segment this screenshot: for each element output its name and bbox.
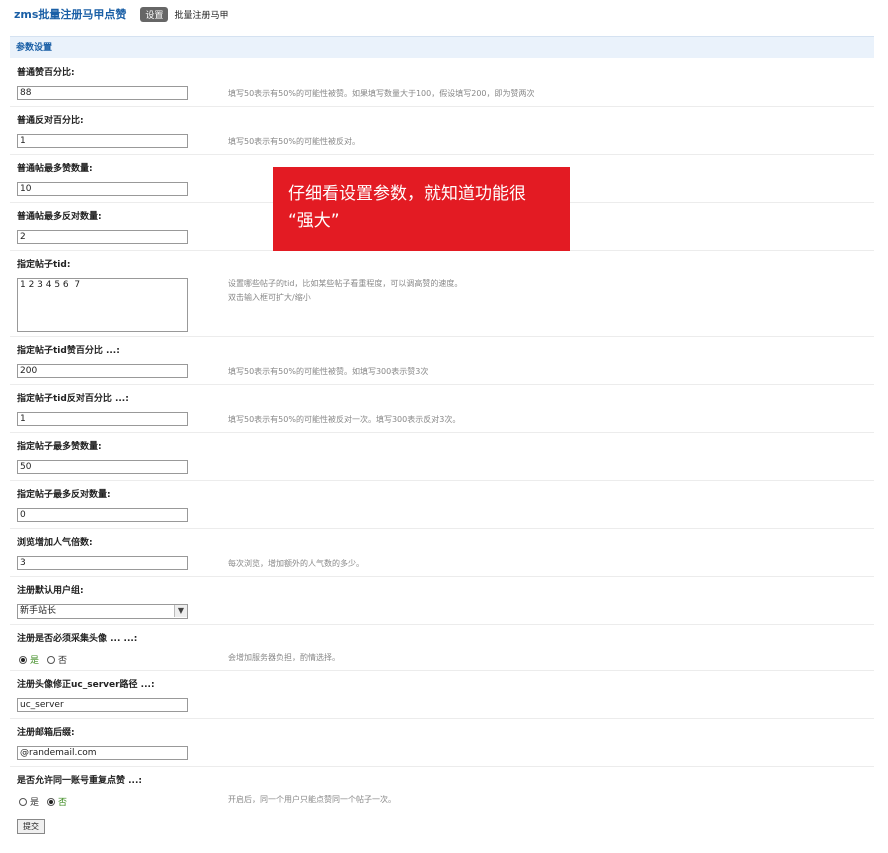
setting-hint: 填写50表示有50%的可能性被反对。 [228,137,360,146]
callout-line-1: 仔细看设置参数，就知道功能很 [288,184,526,204]
setting-row-uc-server-path: 注册头像修正uc_server路径 ...: uc_server [10,671,874,719]
setting-label: 指定帖子最多反对数量: [17,490,111,500]
require-avatar-no-radio[interactable] [47,655,56,664]
chevron-down-icon[interactable]: ▼ [174,605,187,617]
allow-repeat-like-radio-group: 是 否 [19,795,75,808]
setting-label: 是否允许同一账号重复点赞 ...: [17,776,142,786]
tab-batch-register[interactable]: 批量注册马甲 [174,8,228,21]
setting-label: 注册默认用户组: [17,586,84,596]
setting-label: 注册是否必须采集头像 ... ...: [17,634,138,644]
setting-hint: 设置哪些帖子的tid，比如某些帖子看重程度，可以调高赞的速度。 [228,279,463,288]
tid-max-oppose-input[interactable]: 0 [17,508,188,522]
allow-repeat-no-radio[interactable] [47,797,56,806]
tab-settings[interactable]: 设置 [140,6,169,22]
max-like-input[interactable]: 10 [17,182,188,196]
radio-label[interactable]: 是 [30,795,39,808]
setting-label: 普通帖最多反对数量: [17,212,102,222]
setting-label: 指定帖子tid反对百分比 ...: [17,394,129,404]
radio-label[interactable]: 是 [30,653,39,666]
setting-hint: 每次浏览，增加额外的人气数的多少。 [228,559,364,568]
setting-hint-secondary: 双击输入框可扩大/缩小 [228,293,311,302]
tid-oppose-percent-input[interactable]: 1 [17,412,188,426]
like-percent-input[interactable]: 88 [17,86,188,100]
setting-row-tid-max-oppose: 指定帖子最多反对数量: 0 [10,481,874,529]
section-title: 参数设置 [10,36,874,58]
setting-label: 浏览增加人气倍数: [17,538,93,548]
setting-row-require-avatar: 注册是否必须采集头像 ... ...: 是 否 会增加服务器负担，酌情选择。 [10,625,874,671]
setting-row-tid: 指定帖子tid: 1 2 3 4 5 6 7 设置哪些帖子的tid，比如某些帖子… [10,251,874,337]
callout-line-2: “强大” [288,211,340,231]
default-group-select[interactable]: 新手站长 ▼ [17,604,188,619]
tid-max-like-input[interactable]: 50 [17,460,188,474]
radio-label[interactable]: 否 [58,795,67,808]
email-suffix-input[interactable]: @randemail.com [17,746,188,760]
setting-hint: 会增加服务器负担，酌情选择。 [228,653,340,662]
tid-textarea[interactable]: 1 2 3 4 5 6 7 [17,278,188,332]
setting-row-view-multiplier: 浏览增加人气倍数: 3 每次浏览，增加额外的人气数的多少。 [10,529,874,577]
setting-label: 普通赞百分比: [17,68,75,78]
allow-repeat-yes-radio[interactable] [19,797,27,806]
submit-button[interactable]: 提交 [17,819,45,834]
setting-row-like-percent: 普通赞百分比: 88 填写50表示有50%的可能性被赞。如果填写数量大于100，… [10,59,874,107]
view-multiplier-input[interactable]: 3 [17,556,188,570]
radio-label[interactable]: 否 [58,653,67,666]
tid-like-percent-input[interactable]: 200 [17,364,188,378]
setting-row-tid-oppose-percent: 指定帖子tid反对百分比 ...: 1 填写50表示有50%的可能性被反对一次。… [10,385,874,433]
require-avatar-yes-radio[interactable] [19,655,27,664]
setting-label: 普通帖最多赞数量: [17,164,93,174]
setting-hint: 填写50表示有50%的可能性被赞。如果填写数量大于100，假设填写200，即为赞… [228,89,535,98]
setting-label: 指定帖子最多赞数量: [17,442,102,452]
oppose-percent-input[interactable]: 1 [17,134,188,148]
setting-label: 注册头像修正uc_server路径 ...: [17,680,155,690]
setting-row-allow-repeat-like: 是否允许同一账号重复点赞 ...: 是 否 开启后，同一个用户只能点赞同一个帖子… [10,767,874,813]
app-title: zms批量注册马甲点赞 [14,8,127,21]
setting-hint: 填写50表示有50%的可能性被反对一次。填写300表示反对3次。 [228,415,461,424]
require-avatar-radio-group: 是 否 [19,653,75,666]
setting-row-email-suffix: 注册邮箱后缀: @randemail.com [10,719,874,767]
setting-label: 指定帖子tid赞百分比 ...: [17,346,120,356]
setting-hint: 开启后，同一个用户只能点赞同一个帖子一次。 [228,795,396,804]
uc-server-path-input[interactable]: uc_server [17,698,188,712]
setting-row-tid-max-like: 指定帖子最多赞数量: 50 [10,433,874,481]
setting-hint: 填写50表示有50%的可能性被赞。如填写300表示赞3次 [228,367,429,376]
setting-label: 普通反对百分比: [17,116,84,126]
setting-row-default-group: 注册默认用户组: 新手站长 ▼ [10,577,874,625]
setting-label: 注册邮箱后缀: [17,728,75,738]
max-oppose-input[interactable]: 2 [17,230,188,244]
default-group-selected: 新手站长 [20,606,57,616]
setting-row-oppose-percent: 普通反对百分比: 1 填写50表示有50%的可能性被反对。 [10,107,874,155]
setting-label: 指定帖子tid: [17,260,71,270]
annotation-callout: 仔细看设置参数，就知道功能很 “强大” [273,167,570,251]
setting-row-tid-like-percent: 指定帖子tid赞百分比 ...: 200 填写50表示有50%的可能性被赞。如填… [10,337,874,385]
top-bar: zms批量注册马甲点赞 设置 批量注册马甲 [14,6,228,22]
